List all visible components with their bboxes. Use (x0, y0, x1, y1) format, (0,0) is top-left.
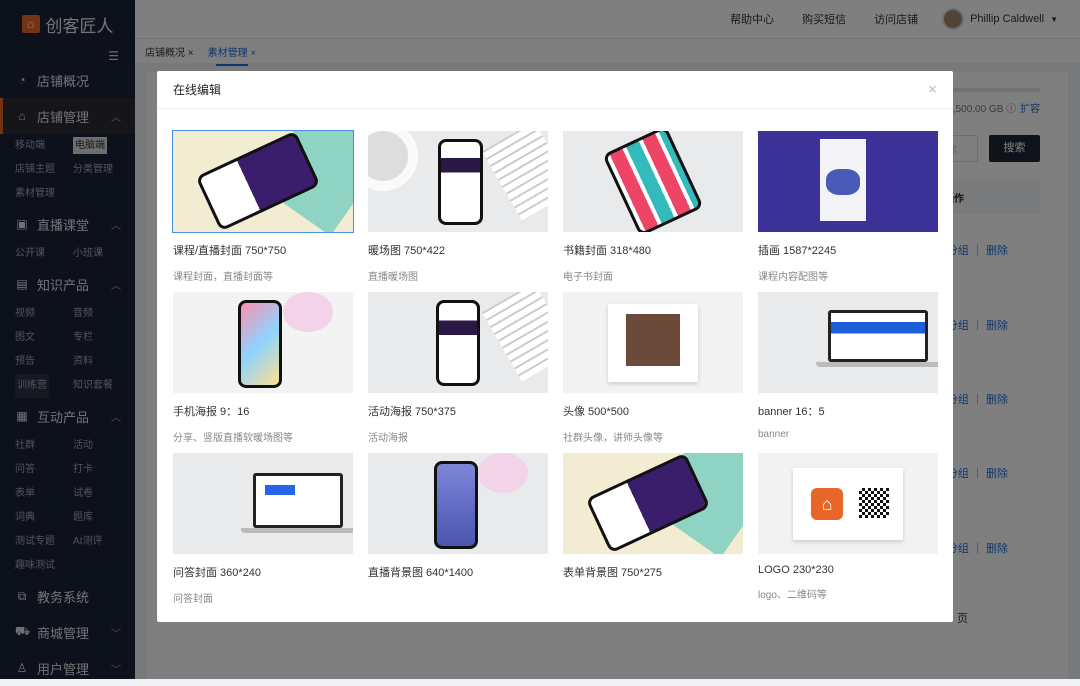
template-card[interactable]: 课程/直播封面 750*750 课程封面，直播封面等 (172, 130, 354, 292)
template-card[interactable]: 活动海报 750*375 活动海报 (368, 292, 548, 453)
template-description: 课程封面，直播封面等 (173, 272, 273, 283)
template-thumbnail[interactable] (758, 131, 938, 232)
dialog-title: 在线编辑 (157, 71, 953, 109)
template-thumbnail[interactable] (173, 292, 353, 393)
template-description: 社群头像，讲师头像等 (563, 433, 663, 444)
close-icon[interactable]: × (928, 81, 937, 98)
template-title: 插画 1587*2245 (758, 245, 837, 257)
template-description: 问答封面 (173, 594, 213, 605)
template-title: 头像 500*500 (563, 406, 630, 418)
template-title: 课程/直播封面 750*750 (173, 245, 287, 257)
template-card[interactable]: 头像 500*500 社群头像，讲师头像等 (563, 292, 743, 453)
template-title: banner 16：5 (758, 406, 825, 418)
template-grid: 课程/直播封面 750*750 课程封面，直播封面等 暖场图 750*422 直播暖场… (172, 130, 938, 614)
template-title: 书籍封面 318*480 (563, 245, 652, 257)
template-description: 电子书封面 (563, 272, 613, 283)
template-card[interactable]: 表单背景图 750*275 (563, 453, 743, 614)
template-thumbnail[interactable] (368, 453, 548, 554)
template-thumbnail[interactable] (368, 292, 548, 393)
template-card[interactable]: 直播背景图 640*1400 (368, 453, 548, 614)
template-description: 直播暖场图 (368, 272, 418, 283)
template-thumbnail[interactable]: ⌂ (758, 453, 938, 554)
template-title: 暖场图 750*422 (368, 245, 446, 257)
template-title: 问答封面 360*240 (173, 567, 262, 579)
template-card[interactable]: 手机海报 9：16 分享、竖版直播软暖场图等 (173, 292, 353, 453)
template-thumbnail[interactable] (563, 292, 743, 393)
template-thumbnail[interactable] (172, 130, 354, 233)
template-description: logo、二维码等 (758, 590, 827, 601)
template-description: 分享、竖版直播软暖场图等 (173, 433, 293, 444)
template-description: 课程内容配图等 (758, 272, 828, 283)
template-title: 手机海报 9：16 (173, 406, 250, 418)
template-title: LOGO 230*230 (758, 564, 834, 576)
online-edit-dialog: 在线编辑 × 课程/直播封面 750*750 课程封面，直播封面等 暖场图 750*… (157, 71, 953, 622)
template-description: 活动海报 (368, 433, 408, 444)
template-title: 表单背景图 750*275 (563, 567, 663, 579)
template-thumbnail[interactable] (563, 453, 743, 554)
template-card[interactable]: 插画 1587*2245 课程内容配图等 (758, 131, 938, 292)
template-title: 直播背景图 640*1400 (368, 567, 474, 579)
template-card[interactable]: 书籍封面 318*480 电子书封面 (563, 131, 743, 292)
template-card[interactable]: 暖场图 750*422 直播暖场图 (368, 131, 548, 292)
template-thumbnail[interactable] (758, 292, 938, 393)
template-card[interactable]: banner 16：5 banner (758, 292, 938, 453)
template-thumbnail[interactable] (563, 131, 743, 232)
template-thumbnail[interactable] (368, 131, 548, 232)
template-card[interactable]: 问答封面 360*240 问答封面 (173, 453, 353, 614)
template-card[interactable]: ⌂ LOGO 230*230 logo、二维码等 (758, 453, 938, 614)
template-title: 活动海报 750*375 (368, 406, 457, 418)
template-description: banner (758, 429, 790, 440)
template-thumbnail[interactable] (173, 453, 353, 554)
